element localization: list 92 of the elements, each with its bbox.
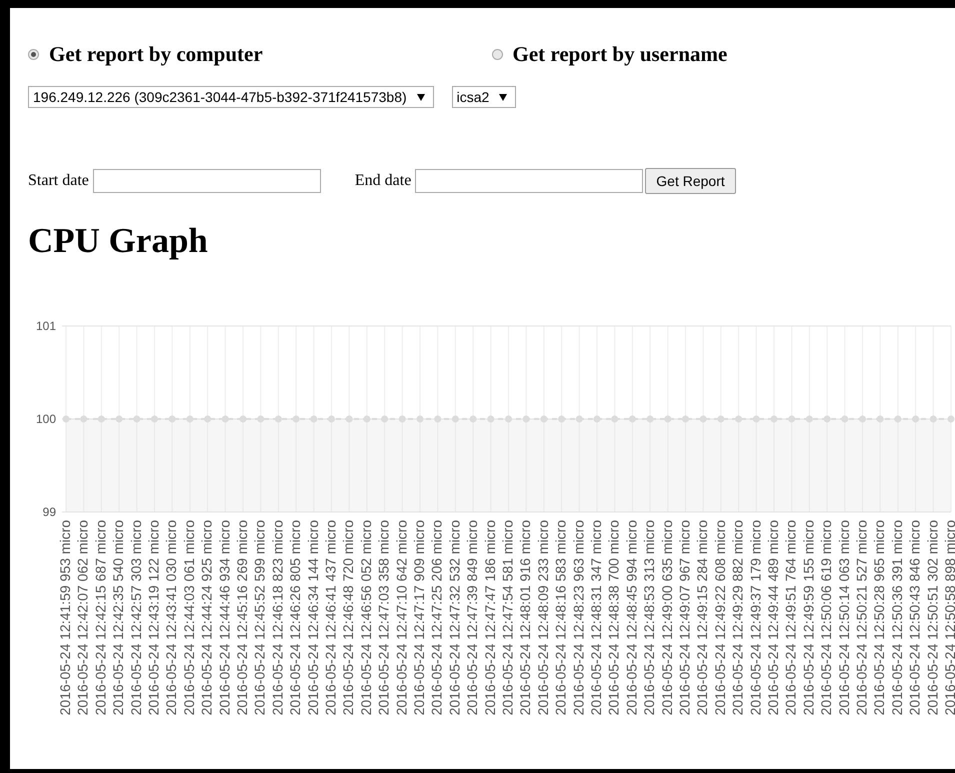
data-point (735, 416, 742, 422)
x-tick-label: 2016-05-24 12:48:23 963 micro (570, 520, 586, 716)
x-tick-label: 2016-05-24 12:48:01 916 micro (517, 520, 534, 716)
radio-label: Get report by computer (49, 42, 263, 66)
user-select[interactable]: icsa2 (452, 86, 516, 108)
x-tick-label: 2016-05-24 12:47:54 581 micro (500, 520, 516, 716)
x-tick-label: 2016-05-24 12:50:21 527 micro (854, 520, 870, 716)
data-point (717, 416, 724, 422)
x-tick-label: 2016-05-24 12:46:48 720 micro (340, 520, 356, 716)
x-tick-label: 2016-05-24 12:42:57 303 micro (128, 520, 144, 716)
x-tick-label: 2016-05-24 12:49:44 489 micro (765, 520, 781, 716)
x-tick-label: 2016-05-24 12:47:17 909 micro (411, 520, 427, 716)
x-tick-label: 2016-05-24 12:50:36 391 micro (888, 520, 905, 716)
x-tick-label: 2016-05-24 12:50:28 965 micro (871, 520, 888, 716)
x-tick-label: 2016-05-24 12:45:16 269 micro (234, 520, 250, 716)
caret-icon (499, 94, 508, 100)
data-point (168, 416, 176, 422)
x-tick-label: 2016-05-24 12:42:35 540 micro (110, 520, 126, 716)
x-tick-label: 2016-05-24 12:42:07 062 micro (74, 520, 91, 716)
x-tick-label: 2016-05-24 12:49:37 179 micro (747, 520, 764, 716)
x-tick-label: 2016-05-24 12:48:45 994 micro (623, 520, 640, 716)
data-point (240, 416, 246, 422)
data-point (628, 416, 636, 422)
x-tick-label: 2016-05-24 12:45:52 599 micro (252, 520, 268, 716)
x-tick-label: 2016-05-24 12:48:09 233 micro (534, 520, 551, 716)
x-tick-label: 2016-05-24 12:47:47 186 micro (482, 520, 498, 716)
data-point (806, 416, 813, 422)
data-point (116, 416, 123, 422)
end-date-field[interactable] (415, 169, 644, 193)
graph-title: CPU Graph (28, 220, 209, 262)
radio-button[interactable] (492, 48, 502, 60)
start-date-label: Start date (28, 172, 89, 190)
x-tick-label: 2016-05-24 12:49:00 635 micro (658, 520, 675, 716)
data-point (700, 416, 707, 422)
data-point (274, 416, 282, 422)
x-tick-label: 2016-05-24 12:44:46 934 micro (216, 520, 232, 716)
data-point (80, 416, 88, 422)
data-point (788, 416, 796, 422)
data-point (664, 416, 672, 422)
data-point (151, 416, 158, 422)
x-tick-label: 2016-05-24 12:49:51 764 micro (782, 520, 799, 716)
data-point (222, 416, 229, 422)
data-point (133, 416, 140, 422)
x-tick-label: 2016-05-24 12:41:59 953 micro (57, 520, 73, 716)
data-point (257, 416, 264, 422)
caret-icon (416, 94, 425, 100)
x-tick-label: 2016-05-24 12:42:15 687 micro (92, 520, 108, 716)
x-tick-label: 2016-05-24 12:49:29 882 micro (730, 520, 746, 716)
x-tick-label: 2016-05-24 12:46:41 437 micro (322, 520, 338, 716)
x-tick-label: 2016-05-24 12:50:06 619 micro (818, 520, 834, 716)
data-point (186, 416, 194, 422)
radio-label: Get report by username (512, 42, 728, 66)
get-report-button[interactable]: Get Report (645, 168, 736, 194)
x-tick-label: 2016-05-24 12:50:51 302 micro (924, 520, 940, 716)
x-tick-label: 2016-05-24 12:46:34 144 micro (304, 520, 321, 716)
x-tick-label: 2016-05-24 12:44:24 925 micro (198, 520, 215, 716)
data-point (770, 416, 778, 422)
computer-select[interactable]: 196.249.12.226 (309c2361-3044-47b5-b392-371f241573b8) (28, 86, 434, 108)
x-tick-label: 2016-05-24 12:47:10 642 micro (393, 520, 410, 716)
data-point (204, 416, 212, 422)
data-point (682, 416, 689, 422)
x-tick-label: 2016-05-24 12:50:58 898 micro (942, 520, 955, 716)
data-point (646, 416, 654, 422)
y-tick-label: 99 (42, 505, 56, 519)
x-tick-label: 2016-05-24 12:50:14 063 micro (836, 520, 852, 716)
x-tick-label: 2016-05-24 12:49:15 284 micro (694, 520, 710, 716)
data-point (98, 416, 105, 422)
data-point (611, 416, 618, 422)
x-tick-label: 2016-05-24 12:43:19 122 micro (146, 520, 162, 716)
start-date-field[interactable] (92, 169, 321, 193)
x-tick-label: 2016-05-24 12:48:31 347 micro (588, 520, 604, 716)
end-date-label: End date (354, 172, 412, 190)
x-tick-label: 2016-05-24 12:46:26 805 micro (287, 520, 304, 716)
x-tick-label: 2016-05-24 12:44:03 061 micro (180, 520, 197, 716)
radio-button[interactable] (28, 48, 39, 60)
x-tick-label: 2016-05-24 12:50:43 846 micro (906, 520, 923, 716)
x-tick-label: 2016-05-24 12:49:22 608 micro (712, 520, 728, 716)
x-tick-label: 2016-05-24 12:48:53 313 micro (641, 520, 658, 716)
x-tick-label: 2016-05-24 12:46:18 823 micro (269, 520, 286, 716)
data-point (752, 416, 760, 422)
y-tick-label: 101 (36, 319, 56, 333)
y-tick-label: 100 (36, 412, 56, 426)
x-tick-label: 2016-05-24 12:43:41 030 micro (163, 520, 180, 716)
x-tick-label: 2016-05-24 12:46:56 052 micro (358, 520, 374, 716)
x-tick-label: 2016-05-24 12:47:32 532 micro (446, 520, 462, 716)
x-tick-label: 2016-05-24 12:49:59 155 micro (800, 520, 816, 716)
x-tick-label: 2016-05-24 12:48:16 583 micro (552, 520, 569, 716)
x-tick-label: 2016-05-24 12:47:03 358 micro (376, 520, 392, 716)
x-tick-label: 2016-05-24 12:47:25 206 micro (428, 520, 445, 716)
x-tick-label: 2016-05-24 12:47:39 849 micro (464, 520, 480, 716)
x-tick-label: 2016-05-24 12:48:38 700 micro (606, 520, 622, 716)
x-tick-label: 2016-05-24 12:49:07 967 micro (676, 520, 692, 716)
